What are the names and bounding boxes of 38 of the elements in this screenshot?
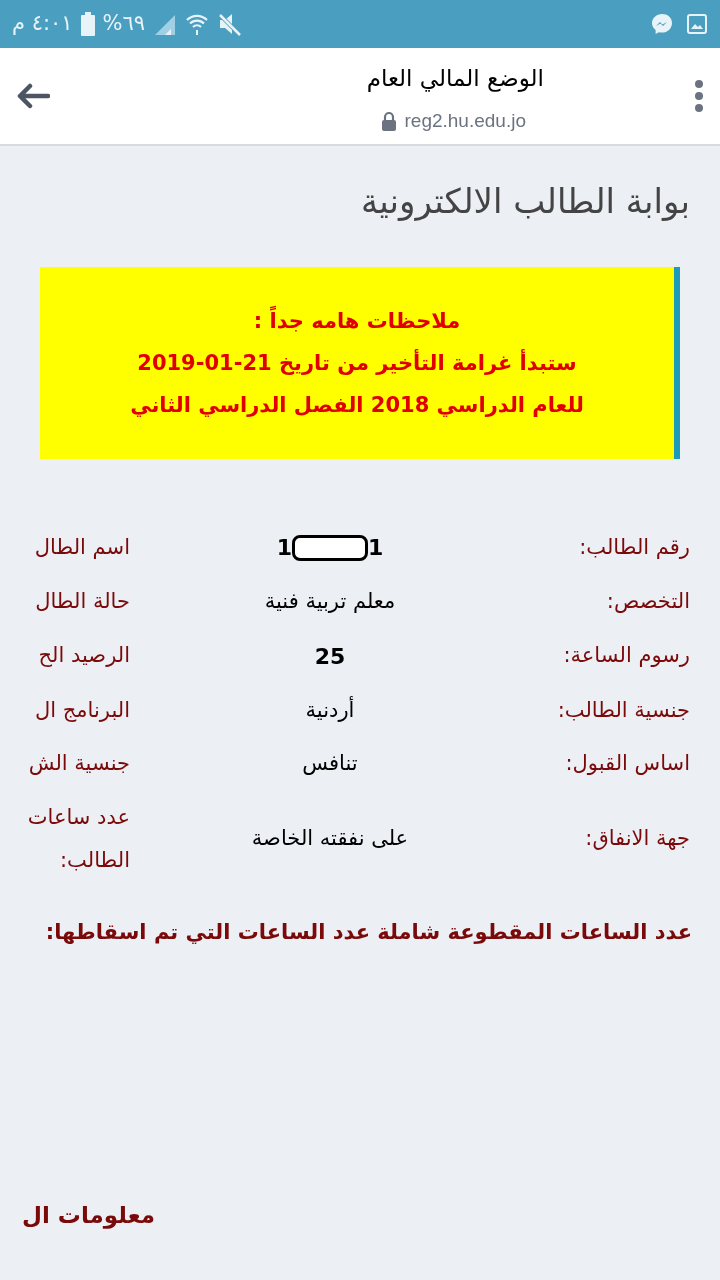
field-label: التخصص: bbox=[605, 588, 691, 615]
portal-heading: بوابة الطالب الالكترونية bbox=[361, 180, 690, 223]
field-value: معلم تربية فنية bbox=[264, 588, 396, 615]
field-label: جنسية الش bbox=[28, 750, 130, 777]
field-label: اساس القبول: bbox=[564, 750, 691, 777]
page-title: الوضع المالي العام bbox=[366, 63, 544, 94]
field-value: 25 bbox=[314, 642, 346, 671]
student-number-start: 1 bbox=[368, 534, 384, 562]
battery-icon bbox=[80, 12, 95, 36]
chat-icon bbox=[650, 12, 674, 36]
field-label: عدد ساعات bbox=[27, 803, 130, 831]
field-label: جنسية الطالب: bbox=[556, 696, 691, 724]
field-label: البرنامج ال bbox=[35, 696, 130, 724]
field-label: رقم الطالب: bbox=[578, 533, 691, 561]
image-icon bbox=[686, 13, 708, 35]
notice-line: ملاحظات هامه جداً : bbox=[253, 302, 461, 340]
back-arrow-icon[interactable] bbox=[16, 83, 50, 109]
field-label: جهة الانفاق: bbox=[584, 825, 691, 853]
page-url: reg2.hu.edu.jo bbox=[404, 109, 526, 133]
notice-line: ستبدأ غرامة التأخير من تاريخ 21-01-2019 bbox=[137, 348, 577, 377]
field-value: أردنية bbox=[305, 695, 355, 724]
signal-icon bbox=[153, 13, 178, 35]
battery-percent: %٦٩ bbox=[102, 10, 146, 38]
student-number-end: 1 bbox=[276, 534, 292, 562]
field-label: رسوم الساعة: bbox=[562, 642, 691, 670]
field-label: الرصيد الح bbox=[38, 642, 130, 670]
field-label: حالة الطال bbox=[35, 588, 130, 615]
lock-icon bbox=[380, 111, 397, 132]
section-heading: معلومات ال bbox=[22, 1201, 155, 1231]
field-value: تنافس bbox=[302, 750, 358, 777]
field-label: الطالب: bbox=[60, 847, 130, 874]
field-value: على نفقته الخاصة bbox=[251, 825, 409, 853]
more-options-icon[interactable] bbox=[694, 79, 704, 113]
wifi-icon bbox=[185, 13, 210, 35]
field-label: اسم الطال bbox=[34, 533, 130, 561]
notice-line: للعام الدراسي 2018 الفصل الدراسي الثاني bbox=[130, 392, 584, 419]
clock-time: ٤:٠١ م bbox=[12, 10, 73, 38]
hours-label: عدد الساعات المقطوعة شاملة عدد الساعات التي تم اسقاطها: bbox=[45, 918, 692, 946]
